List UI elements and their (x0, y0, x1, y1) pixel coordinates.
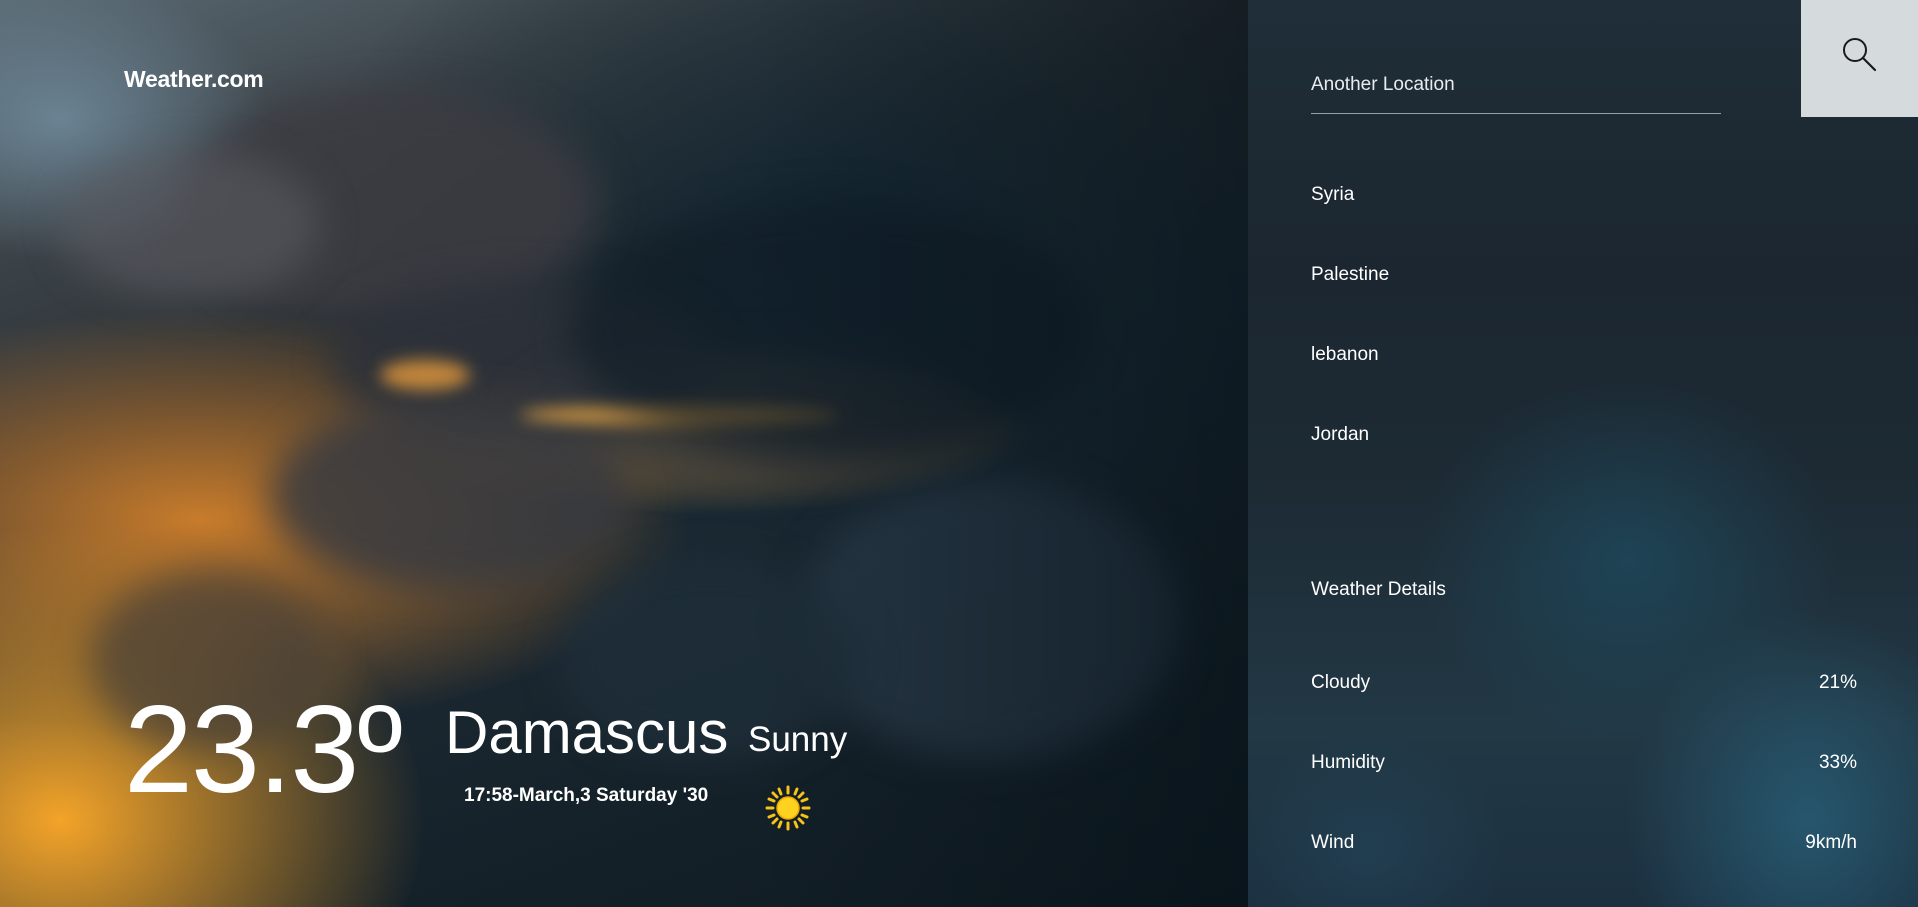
detail-label: Cloudy (1311, 672, 1371, 693)
location-search-input[interactable] (1311, 70, 1721, 114)
current-condition: Sunny (748, 720, 848, 759)
detail-row-humidity: Humidity 33% (1311, 752, 1857, 776)
detail-value: 21% (1818, 672, 1857, 693)
brand-logo-text[interactable]: Weather.com (124, 66, 264, 93)
current-city: Damascus (445, 699, 729, 766)
current-temperature: 23.3º (124, 681, 403, 819)
location-item-syria[interactable]: Syria (1311, 183, 1389, 263)
search-button[interactable] (1801, 0, 1918, 117)
weather-app: Weather.com 23.3º Damascus Sunny 17:58-M… (0, 0, 1918, 907)
detail-row-wind: Wind 9km/h (1311, 832, 1857, 856)
detail-label: Wind (1311, 832, 1355, 853)
sidebar-panel: Syria Palestine lebanon Jordan Weather D… (1248, 0, 1918, 907)
current-datetime: 17:58-March,3 Saturday '30 (464, 785, 709, 806)
location-item-palestine[interactable]: Palestine (1311, 263, 1389, 343)
weather-details-heading: Weather Details (1311, 579, 1446, 600)
location-item-jordan[interactable]: Jordan (1311, 423, 1389, 503)
detail-row-cloudy: Cloudy 21% (1311, 672, 1857, 696)
detail-label: Humidity (1311, 752, 1385, 773)
detail-value: 33% (1818, 752, 1857, 773)
location-list: Syria Palestine lebanon Jordan (1311, 183, 1389, 503)
location-item-lebanon[interactable]: lebanon (1311, 343, 1389, 423)
detail-value: 9km/h (1805, 832, 1857, 853)
sun-icon (765, 785, 811, 831)
